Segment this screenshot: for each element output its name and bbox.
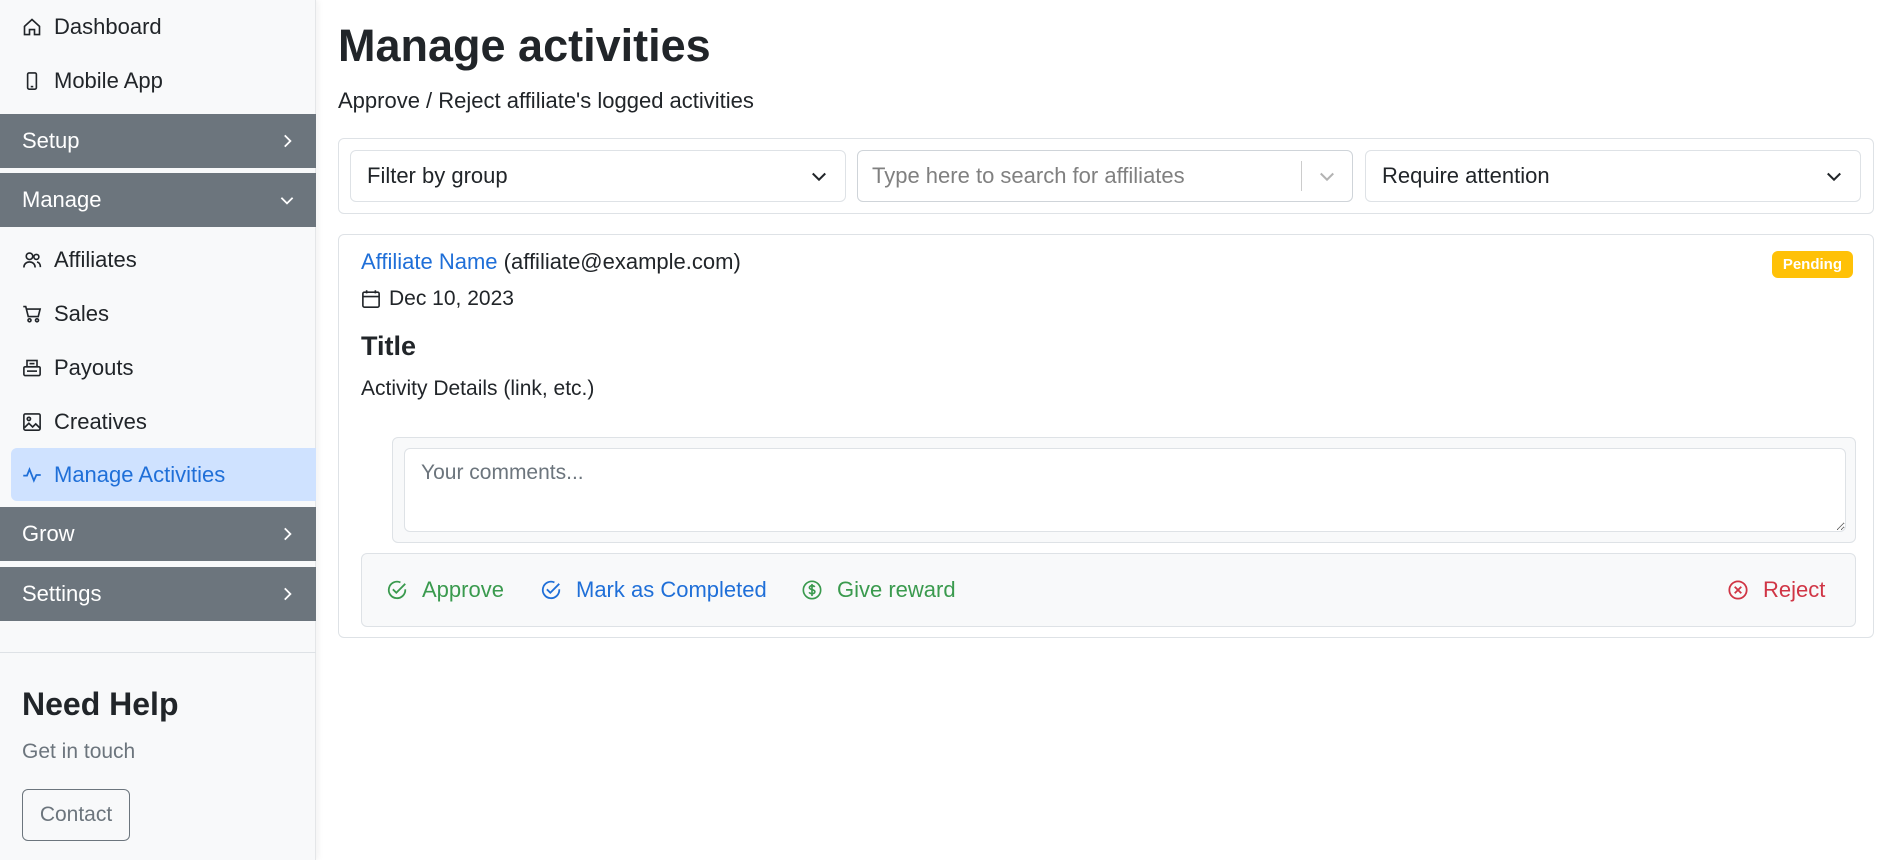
- sidebar-section-manage[interactable]: Manage: [0, 173, 316, 227]
- coin-icon: [801, 579, 823, 601]
- sidebar-item-label: Payouts: [54, 354, 134, 380]
- check-circle-icon: [540, 579, 562, 601]
- sidebar-section-setup[interactable]: Setup: [0, 114, 316, 168]
- sidebar-item-label: Manage Activities: [54, 461, 226, 487]
- comment-textarea[interactable]: [404, 448, 1846, 532]
- cart-icon: [22, 304, 42, 324]
- sidebar-item-label: Dashboard: [54, 13, 162, 39]
- sidebar-item-mobile-app[interactable]: Mobile App: [11, 54, 316, 107]
- help-title: Need Help: [22, 686, 179, 722]
- affiliate-search-input[interactable]: [858, 152, 1298, 200]
- section-label: Settings: [22, 581, 102, 606]
- activity-title: Title: [361, 331, 417, 361]
- check-circle-icon: [386, 579, 408, 601]
- help-subtitle: Get in touch: [22, 740, 136, 763]
- sidebar: Dashboard Mobile App Setup Manage Affili…: [0, 0, 316, 860]
- activity-icon: [22, 465, 42, 485]
- x-circle-icon: [1727, 579, 1749, 601]
- sidebar-item-sales[interactable]: Sales: [11, 287, 316, 340]
- people-icon: [22, 250, 42, 270]
- mark-completed-button[interactable]: Mark as Completed: [540, 554, 767, 626]
- activity-card: Affiliate Name (affiliate@example.com) P…: [338, 234, 1874, 638]
- approve-label: Approve: [422, 577, 504, 602]
- calendar-icon: [361, 289, 381, 309]
- status-filter-select[interactable]: Require attention: [1365, 150, 1861, 202]
- sidebar-item-manage-activities[interactable]: Manage Activities: [11, 448, 316, 501]
- sidebar-item-affiliates[interactable]: Affiliates: [11, 233, 316, 286]
- phone-icon: [22, 71, 42, 91]
- affiliate-search-select[interactable]: [857, 150, 1353, 202]
- sidebar-item-label: Mobile App: [54, 67, 163, 93]
- affiliate-line: Affiliate Name (affiliate@example.com): [361, 249, 741, 275]
- chevron-right-icon: [278, 525, 296, 543]
- group-filter-value: Filter by group: [367, 163, 508, 188]
- chevron-down-icon: [809, 166, 829, 186]
- sidebar-item-payouts[interactable]: Payouts: [11, 341, 316, 394]
- mark-completed-label: Mark as Completed: [576, 577, 767, 602]
- chevron-right-icon: [278, 132, 296, 150]
- give-reward-label: Give reward: [837, 577, 956, 602]
- affiliate-email: (affiliate@example.com): [503, 249, 741, 274]
- section-label: Setup: [22, 128, 80, 153]
- activity-details: Activity Details (link, etc.): [361, 377, 595, 400]
- sidebar-item-label: Sales: [54, 300, 110, 326]
- reject-button[interactable]: Reject: [1727, 554, 1825, 626]
- sidebar-divider: [0, 652, 316, 653]
- group-filter-select[interactable]: Filter by group: [350, 150, 846, 202]
- sidebar-section-settings[interactable]: Settings: [0, 567, 316, 621]
- give-reward-button[interactable]: Give reward: [801, 554, 956, 626]
- cash-register-icon: [22, 358, 42, 378]
- chevron-right-icon: [278, 585, 296, 603]
- affiliate-name-link[interactable]: Affiliate Name: [361, 249, 498, 274]
- sidebar-item-creatives[interactable]: Creatives: [11, 395, 316, 448]
- filter-bar: Filter by group Require attention: [338, 138, 1874, 214]
- contact-button[interactable]: Contact: [22, 789, 130, 841]
- sidebar-item-dashboard[interactable]: Dashboard: [11, 0, 316, 53]
- section-label: Manage: [22, 187, 102, 212]
- page-subtitle: Approve / Reject affiliate's logged acti…: [338, 88, 754, 113]
- chevron-down-icon[interactable]: [1302, 151, 1352, 201]
- activity-date-text: Dec 10, 2023: [389, 287, 514, 310]
- chevron-down-icon: [1824, 166, 1844, 186]
- approve-button[interactable]: Approve: [386, 554, 504, 626]
- comment-box: [392, 437, 1856, 543]
- action-bar: Approve Mark as Completed Give reward Re…: [361, 553, 1856, 627]
- reject-label: Reject: [1763, 577, 1826, 602]
- page-title: Manage activities: [338, 20, 711, 71]
- status-filter-value: Require attention: [1382, 163, 1550, 188]
- status-badge: Pending: [1771, 251, 1853, 278]
- image-icon: [22, 412, 42, 432]
- sidebar-item-label: Creatives: [54, 408, 147, 434]
- chevron-down-icon: [278, 191, 296, 209]
- activity-date: Dec 10, 2023: [361, 287, 514, 311]
- section-label: Grow: [22, 521, 75, 546]
- house-icon: [22, 17, 42, 37]
- sidebar-section-grow[interactable]: Grow: [0, 507, 316, 561]
- sidebar-item-label: Affiliates: [54, 246, 137, 272]
